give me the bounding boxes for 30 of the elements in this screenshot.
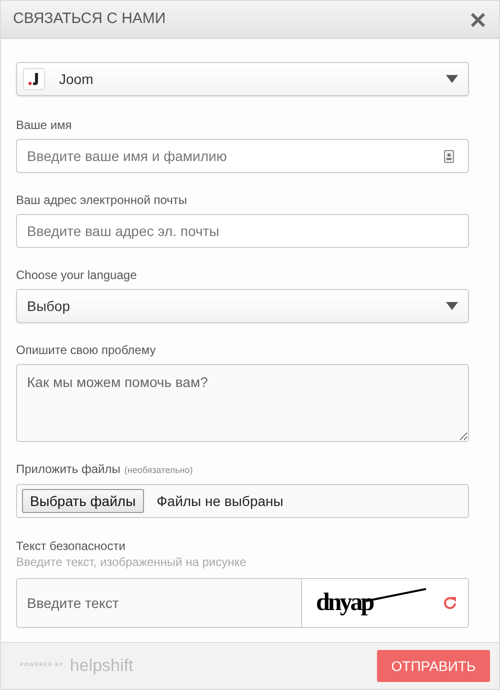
- app-select[interactable]: Joom: [16, 62, 469, 96]
- captcha-image: dnyap: [316, 586, 428, 620]
- refresh-icon[interactable]: [442, 595, 458, 611]
- field-label: Choose your language: [16, 268, 138, 282]
- captcha-input[interactable]: Введите текст: [27, 592, 291, 614]
- app-logo-icon: [23, 68, 45, 90]
- field-label: Опишите свою проблему: [16, 343, 157, 357]
- window-title: СВЯЗАТЬСЯ С НАМИ: [13, 9, 166, 30]
- select-value: Выбор: [27, 296, 70, 316]
- message-textarea[interactable]: Как мы можем помочь вам?: [16, 364, 469, 442]
- dropdown-caret-icon: [446, 75, 458, 83]
- choose-files-button[interactable]: Выбрать файлы: [22, 489, 144, 513]
- text-field[interactable]: Введите ваше имя и фамилию: [16, 139, 469, 173]
- select-value: Joom: [59, 70, 94, 88]
- field-hint: Введите текст, изображенный на рисунке: [16, 554, 248, 570]
- field-label: Ваш адрес электронной почты: [16, 193, 188, 207]
- file-status: Файлы не выбраны: [156, 492, 284, 511]
- optional-note: (необязательно): [124, 464, 193, 477]
- close-icon[interactable]: [471, 12, 485, 26]
- captcha-field[interactable]: Введите текст: [17, 579, 302, 627]
- field-label: Текст безопасности: [16, 538, 126, 554]
- contact-card-icon: [444, 150, 454, 162]
- dropdown-caret-icon: [446, 302, 458, 310]
- text-input[interactable]: Введите ваше имя и фамилию: [27, 146, 444, 166]
- field-label: Приложить файлы: [16, 462, 120, 476]
- language-select[interactable]: Выбор: [16, 289, 469, 323]
- text-input[interactable]: Введите ваш адрес эл. почты: [27, 220, 458, 242]
- text-field[interactable]: Введите ваш адрес эл. почты: [16, 214, 469, 248]
- file-field[interactable]: Выбрать файлы Файлы не выбраны: [16, 484, 469, 518]
- field-label: Ваше имя: [16, 118, 73, 132]
